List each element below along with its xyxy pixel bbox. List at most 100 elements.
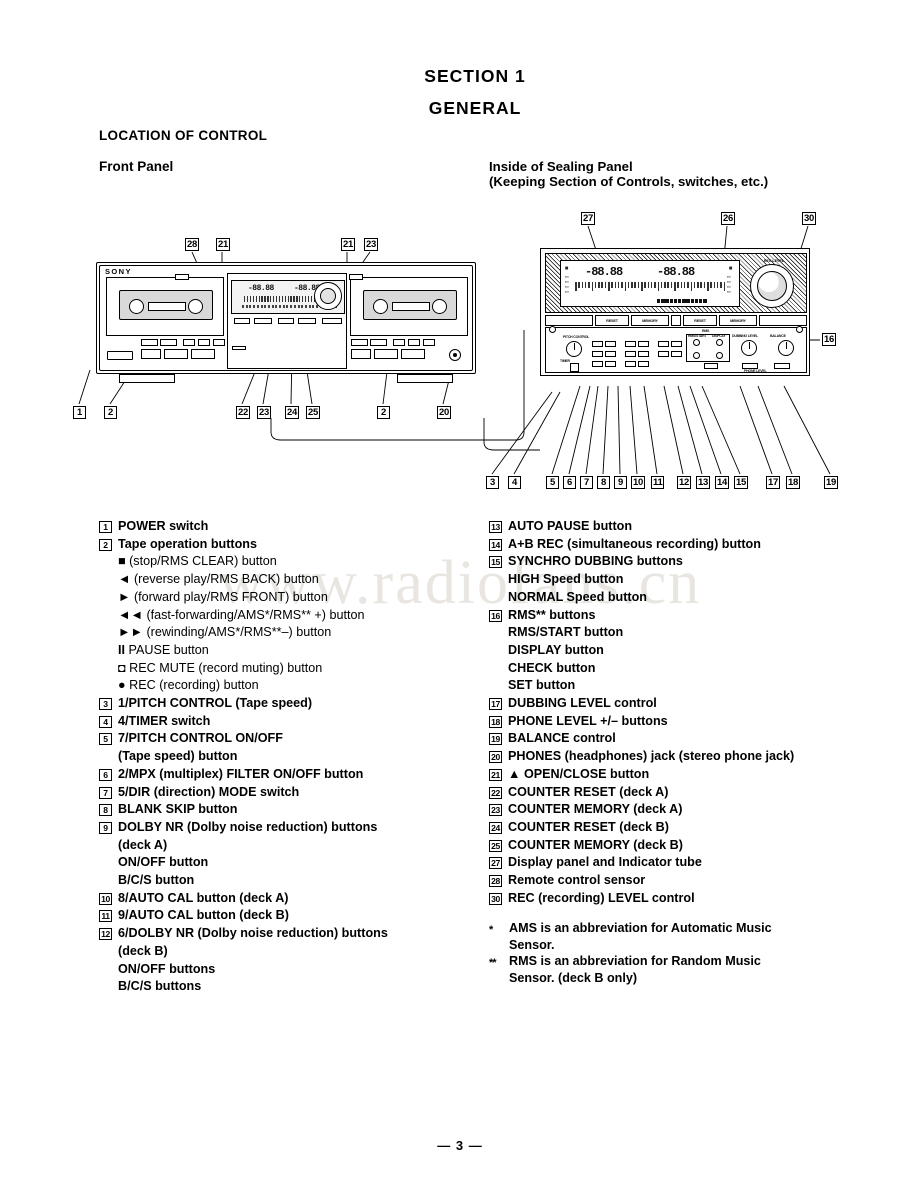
auto-pause-button[interactable] [671,341,682,347]
rec-mute-button-a[interactable] [198,339,210,346]
inside-display-left-value: -88.88 [585,265,623,279]
reverse-play-button-b[interactable] [374,349,398,359]
auto-cal-start-button[interactable] [625,361,636,367]
set-button[interactable] [716,352,723,359]
counter-reset-b[interactable]: RESET [683,315,717,326]
counter-memory-b[interactable]: MEMORY [719,315,757,326]
legend-entry: 24 COUNTER RESET (deck B) [489,819,889,837]
transport-glyph-icon: ◘ [118,660,130,675]
display-button[interactable] [716,339,723,346]
rec-level-control-knob[interactable] [750,264,794,308]
timer-switch[interactable] [570,363,579,372]
legend-glyph-text: (rewinding/AMS*/RMS**–) button [146,625,332,640]
dubbing-button[interactable] [704,363,718,369]
pause-button-a[interactable] [183,339,195,346]
balance-knob[interactable] [778,340,794,356]
forward-play-button-b[interactable] [401,349,425,359]
meter-segment [261,296,263,302]
dolby-bcs-a-button[interactable] [605,351,616,357]
meter-segment [617,282,620,288]
meter-segment [255,296,257,302]
legend-number: 6 [99,768,112,781]
power-switch[interactable] [107,351,133,360]
fast-forward-button-a[interactable] [160,339,177,346]
meter-segment [683,282,686,288]
legend-number: 8 [99,804,112,817]
dubbing-level-knob[interactable] [741,340,757,356]
rewind-button-a[interactable] [141,339,158,346]
counter-memory-b-button[interactable] [298,318,316,324]
meter-segment [301,305,304,308]
forward-play-button-a[interactable] [191,349,215,359]
meter-segment [304,305,307,308]
inside-panel-illustration: -88.88 -88.88 ▦ ▦ ▪▪▪ ▪▪▪ ▪▪▪ ▪▪▪ ▪▪▪ ▪▪▪ ▪▪▪… [540,248,810,448]
stop-button-a[interactable] [141,349,161,359]
ab-rec-button[interactable] [658,341,669,347]
legend-entry: 4 4/TIMER switch [99,713,469,731]
pitch-control-knob[interactable] [566,341,582,357]
pitch-on-off-button[interactable] [605,341,616,347]
legend-label: DOLBY NR (Dolby noise reduction) buttons [118,819,378,834]
auto-cal-a-button[interactable] [625,341,636,347]
rewind-button-b[interactable] [351,339,368,346]
rec-button-b[interactable] [423,339,435,346]
sealing-panel-latch[interactable] [232,346,246,350]
meter-segment [703,282,706,288]
counter-memory-a-button[interactable] [254,318,272,324]
legend-sub-label: DISPLAY button [508,642,604,657]
legend-glyph-text: (forward play/RMS FRONT) button [133,589,328,604]
reverse-play-button-a[interactable] [164,349,188,359]
misc-panel-button[interactable] [322,318,342,324]
rms-start-button[interactable] [693,339,700,346]
meter-segment [670,282,673,288]
phone-level-plus-button[interactable] [774,363,790,369]
mpx-filter-button[interactable] [592,341,603,347]
counter-memory-a[interactable]: MEMORY [631,315,669,326]
chassis-foot-left [119,374,175,383]
legend-label: COUNTER RESET (deck B) [508,819,669,834]
legend-label: PHONES (headphones) jack (stereo phone j… [508,749,795,764]
legend-entry: 6 2/MPX (multiplex) FILTER ON/OFF button [99,766,469,784]
legend-entry: 9 DOLBY NR (Dolby noise reduction) button… [99,819,469,837]
rec-button-a[interactable] [213,339,225,346]
legend-entry: 22 COUNTER RESET (deck A) [489,784,889,802]
meter-segment [614,282,617,288]
stop-button-b[interactable] [351,349,371,359]
meter-segment [290,305,293,308]
legend-entry: 17 DUBBING LEVEL control [489,695,889,713]
legend-entry: 23 COUNTER MEMORY (deck A) [489,801,889,819]
legend-label: 1/PITCH CONTROL (Tape speed) [118,696,313,711]
synchro-normal-button[interactable] [671,351,682,357]
legend-number: 2 [99,538,112,551]
dolby-on-off-b-button[interactable] [625,351,636,357]
legend-entry: 20 PHONES (headphones) jack (stereo phone… [489,748,889,766]
legend-label: Remote control sensor [508,873,646,888]
legend-glyph-item: II PAUSE button [99,642,469,660]
legend-glyph-item: ◘ REC MUTE (record muting) button [99,660,469,678]
meter-segment [299,296,301,302]
legend-sub-label: B/C/S button [118,873,195,888]
phone-level-minus-button[interactable] [742,363,758,369]
rec-mute-button-b[interactable] [408,339,420,346]
counter-reset-a-button[interactable] [234,318,250,324]
meter-segment [293,305,296,308]
blank-skip-button[interactable] [605,361,616,367]
phones-jack[interactable] [449,349,461,361]
dolby-on-off-a-button[interactable] [592,351,603,357]
check-button[interactable] [693,352,700,359]
dir-mode-button[interactable] [592,361,603,367]
meter-segment [246,296,249,302]
counter-reset-a[interactable]: RESET [595,315,629,326]
synchro-high-button[interactable] [658,351,669,357]
counter-reset-b-button[interactable] [278,318,294,324]
auto-cal-b-button[interactable] [638,341,649,347]
legend-entry: 16 RMS** buttons [489,607,889,625]
cal-adjust-button[interactable] [638,361,649,367]
cassette-well-deck-a [106,277,224,336]
fast-forward-button-b[interactable] [370,339,387,346]
meter-segment [682,299,686,303]
dolby-bcs-b-button[interactable] [638,351,649,357]
meter-segment [667,282,669,288]
pause-button-b[interactable] [393,339,405,346]
meter-segment [264,305,267,308]
